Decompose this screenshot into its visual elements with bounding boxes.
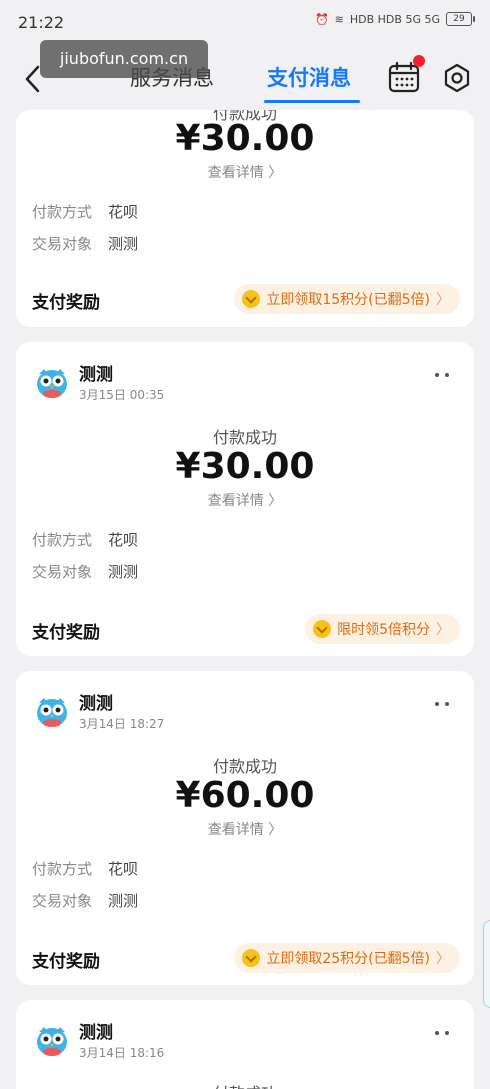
payment-status: 付款成功 [16,1080,474,1089]
chevron-right-icon: 〉 [436,951,450,967]
chevron-right-icon: 〉 [436,292,450,308]
payment-method-value: 花呗 [108,531,139,549]
payment-date: 3月14日 18:27 [79,717,165,731]
payment-card[interactable]: 测测 3月15日 00:35 付款成功 ¥30.00 查看详情 〉 付款方式 花… [16,342,474,656]
payment-reward-label: 支付奖励 [32,623,100,643]
payment-method-value: 花呗 [108,860,139,878]
payment-card[interactable]: 测测 3月14日 18:27 付款成功 ¥60.00 查看详情 〉 付款方式 花… [16,671,474,985]
merchant-avatar-owl-icon [37,698,67,727]
counterparty-label: 交易对象 [32,235,93,253]
wifi-icon: ≋ [334,12,344,26]
network-indicator: HDB HDB 5G 5G [349,12,440,26]
more-options-icon[interactable] [434,701,450,707]
counterparty-label: 交易对象 [32,563,93,581]
view-details-link[interactable]: 查看详情 〉 [16,490,474,510]
payment-card[interactable]: 付款成功 ¥30.00 查看详情 〉 付款方式 花呗 交易对象 测测 支付奖励 … [16,110,474,327]
watermark: jiubofun.com.cn [40,40,208,78]
payment-date: 3月14日 18:16 [79,1046,165,1060]
counterparty-value: 测测 [108,235,139,253]
reward-text: 立即领取25积分(已翻5倍) [266,951,430,967]
counterparty-value: 测测 [108,563,139,581]
active-tab-indicator [264,100,360,103]
coin-icon [242,290,261,308]
view-details-link[interactable]: 查看详情 〉 [16,162,474,182]
merchant-avatar-owl-icon [37,1027,67,1056]
reward-claim-button[interactable]: 限时领5倍积分 〉 [305,614,460,644]
merchant-name: 测测 [79,365,113,385]
payment-method-label: 付款方式 [32,531,93,549]
payment-status: 付款成功 [212,428,277,447]
reward-claim-button[interactable]: 立即领取15积分(已翻5倍) 〉 [234,284,460,314]
battery-icon: 29 [446,12,475,26]
coin-icon [242,949,261,967]
tab-payment-messages[interactable]: 支付消息 [267,62,351,92]
more-options-icon[interactable] [434,1030,450,1036]
reward-text: 立即领取15积分(已翻5倍) [266,292,430,308]
payment-amount: ¥60.00 [175,775,315,816]
view-details-link[interactable]: 查看详情 〉 [16,819,474,839]
reward-text: 限时领5倍积分 [337,622,430,638]
merchant-name: 测测 [79,1023,113,1043]
merchant-avatar-owl-icon [37,369,67,398]
payment-reward-label: 支付奖励 [32,952,100,972]
status-time: 21:22 [18,13,65,32]
payment-amount: ¥30.00 [175,118,315,159]
payment-status: 付款成功 [212,757,277,776]
reward-claim-button[interactable]: 立即领取25积分(已翻5倍) 〉 [234,943,460,973]
payment-method-label: 付款方式 [32,203,93,221]
payment-amount: ¥30.00 [175,446,315,487]
payment-reward-label: 支付奖励 [32,293,100,313]
status-bar: 21:22 ⏰ ≋ HDB HDB 5G 5G 29 [0,0,490,44]
payment-date: 3月15日 00:35 [79,388,165,402]
counterparty-label: 交易对象 [32,892,93,910]
status-icons: ⏰ ≋ HDB HDB 5G 5G 29 [314,12,475,26]
coin-icon [313,620,332,638]
alarm-icon: ⏰ [314,12,329,26]
chevron-right-icon: 〉 [436,622,450,638]
payment-method-label: 付款方式 [32,860,93,878]
gear-icon[interactable] [441,62,473,94]
more-options-icon[interactable] [434,372,450,378]
notification-dot [413,55,425,67]
payment-method-value: 花呗 [108,203,139,221]
merchant-name: 测测 [79,694,113,714]
floating-edge-handle[interactable] [483,920,490,1008]
payment-card[interactable]: 测测 3月14日 18:16 付款成功 [16,1000,474,1089]
counterparty-value: 测测 [108,892,139,910]
